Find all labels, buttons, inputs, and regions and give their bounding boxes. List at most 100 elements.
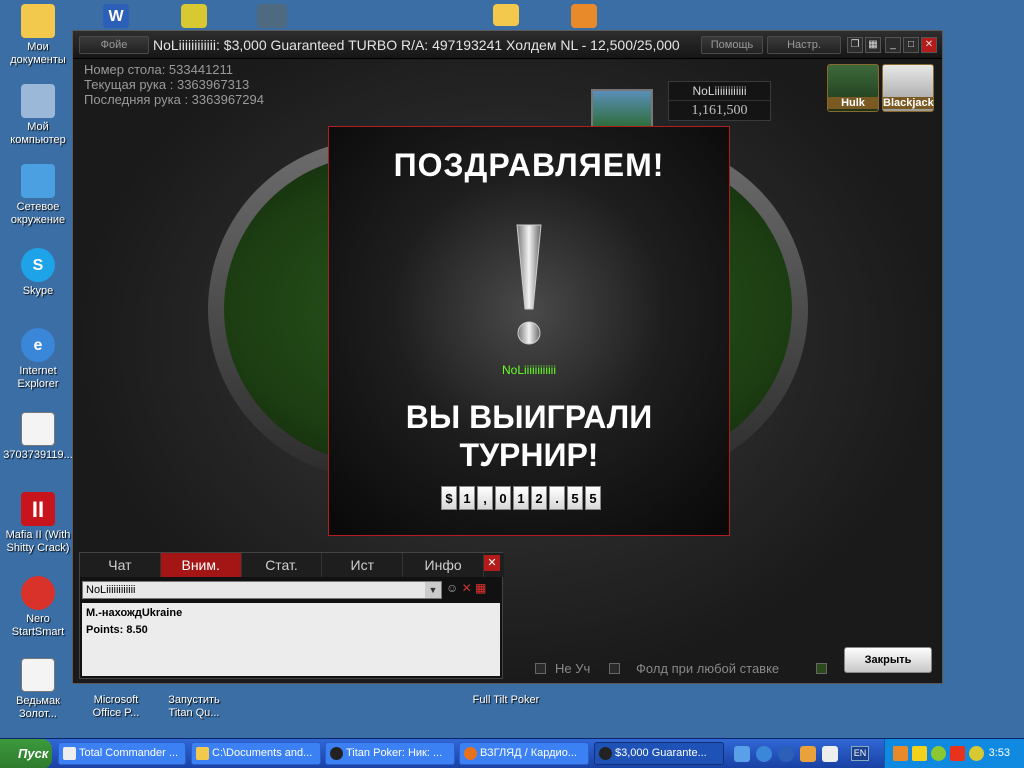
desktop-icon-label: Mafia II (With Shitty Crack) (5, 529, 71, 554)
computer-icon (21, 84, 55, 118)
prize-digit: . (549, 486, 565, 510)
desktop-icon-office[interactable]: Microsoft Office P... (78, 694, 154, 720)
quicklaunch-icon[interactable] (734, 746, 750, 762)
window-title: NoLiiiiiiiiiiii: $3,000 Guaranteed TURBO… (153, 37, 680, 53)
chat-close-icon[interactable]: ✕ (484, 555, 500, 571)
emoticon-icon[interactable]: ☺ (446, 581, 458, 595)
close-button[interactable]: Закрыть (844, 647, 932, 673)
desktop-icon-folder[interactable] (468, 4, 544, 29)
desktop-icon-mafia[interactable]: II Mafia II (With Shitty Crack) (0, 492, 76, 555)
settings-button[interactable]: Настр. (767, 36, 841, 54)
internet-explorer-icon: e (21, 328, 55, 362)
winner-name: NoLiiiiiiiiiiii (501, 363, 556, 377)
desktop-icon-file[interactable]: 3703739119... (0, 412, 76, 462)
tray-icon[interactable] (912, 746, 927, 761)
help-button[interactable]: Помощь (701, 36, 763, 54)
nero-icon (21, 576, 55, 610)
desktop-icon-skype[interactable]: S Skype (0, 248, 76, 298)
desktop-icon-app[interactable] (156, 4, 232, 31)
chat-tools: ☺ ✕ ▦ (446, 581, 502, 599)
folder-icon (196, 747, 209, 760)
sit-out-checkbox[interactable] (535, 663, 546, 674)
prize-digit: 0 (495, 486, 511, 510)
restore-view-icon[interactable]: ❐ (847, 37, 863, 53)
taskbar-item-titan-poker[interactable]: Titan Poker: Ник: ... (325, 742, 455, 765)
fold-any-label: Фолд при любой ставке (636, 661, 780, 676)
chat-line: Points: 8.50 (86, 624, 148, 636)
tab-attention[interactable]: Вним. (160, 553, 242, 577)
desktop-icon-word[interactable]: W (78, 4, 154, 31)
blackjack-button[interactable]: Blackjack (882, 64, 934, 112)
close-icon[interactable]: ✕ (921, 37, 937, 53)
quicklaunch-icon[interactable] (822, 746, 838, 762)
grid-view-icon[interactable]: ▦ (865, 37, 881, 53)
desktop-icon-label: Skype (22, 285, 54, 297)
hulk-button[interactable]: Hulk (827, 64, 879, 112)
tab-history[interactable]: Ист (322, 553, 404, 577)
player-chips: 1,161,500 (691, 103, 748, 118)
word-icon: W (103, 4, 129, 28)
chat-panel: Чат Вним. Стат. Ист Инфо ✕ NoLiiiiiiiiii… (79, 552, 504, 679)
desktop-icon-label: Nero StartSmart (11, 613, 65, 638)
desktop-icon-titan[interactable]: Запустить Titan Qu... (156, 694, 232, 720)
tray-icon[interactable] (950, 746, 965, 761)
quicklaunch (732, 745, 842, 763)
desktop-icon-ie[interactable]: e Internet Explorer (0, 328, 76, 391)
taskbar: Пуск Total Commander ... C:\Documents an… (0, 738, 1024, 768)
taskbar-item-poker-table[interactable]: $3,000 Guarante... (594, 742, 724, 765)
chat-log: М.-нахождUkraine Points: 8.50 (82, 603, 500, 676)
player-select[interactable]: NoLiiiiiiiiiiii ▼ (82, 581, 442, 599)
taskbar-item-firefox[interactable]: ВЗГЛЯД / Кардио... (459, 742, 589, 765)
tab-chat[interactable]: Чат (80, 553, 161, 577)
desktop-icon-label: 3703739119... (3, 449, 73, 461)
color-picker-icon[interactable]: ▦ (475, 581, 486, 595)
language-indicator[interactable]: EN (851, 746, 869, 761)
taskbar-item-explorer[interactable]: C:\Documents and... (191, 742, 321, 765)
player-avatar (591, 89, 653, 129)
skype-icon: S (21, 248, 55, 282)
chevron-down-icon: ▼ (425, 582, 441, 598)
quicklaunch-icon[interactable] (800, 746, 816, 762)
tray-icon[interactable] (931, 746, 946, 761)
tab-info[interactable]: Инфо (403, 553, 484, 577)
internet-explorer-icon[interactable] (756, 746, 772, 762)
title-bar: Фойе NoLiiiiiiiiiiii: $3,000 Guaranteed … (73, 31, 942, 59)
desktop-icon-network[interactable]: Сетевое окружение (0, 164, 76, 227)
desktop-icon-my-documents[interactable]: Мои документы (0, 4, 76, 67)
start-button[interactable]: Пуск (0, 739, 52, 768)
lobby-button[interactable]: Фойе (79, 36, 149, 54)
desktop-icon-witcher[interactable]: Ведьмак Золот... (0, 658, 76, 721)
current-hand: Текущая рука : 3363967313 (84, 77, 250, 92)
taskbar-item-total-commander[interactable]: Total Commander ... (58, 742, 186, 765)
system-tray: 3:53 (884, 739, 1024, 768)
desktop-icon-djvu[interactable] (546, 4, 622, 31)
game-icon (257, 4, 287, 28)
desktop-icon-fulltilt[interactable]: Full Tilt Poker (468, 694, 544, 707)
desktop-icon-label: Мои документы (10, 41, 66, 66)
folder-icon (21, 4, 55, 38)
desktop-icon-label: Full Tilt Poker (472, 694, 540, 706)
fold-any-checkbox[interactable] (609, 663, 620, 674)
folder-icon (493, 4, 519, 26)
desktop-icon-nero[interactable]: Nero StartSmart (0, 576, 76, 639)
maximize-icon[interactable]: □ (903, 37, 919, 53)
remove-icon[interactable]: ✕ (462, 581, 472, 595)
desktop-icon-label: Запустить Titan Qu... (168, 694, 220, 719)
desktop-icon-game[interactable] (234, 4, 310, 31)
quicklaunch-icon[interactable] (778, 746, 794, 762)
desktop-icon-label: Ведьмак Золот... (16, 695, 60, 720)
tab-stats[interactable]: Стат. (242, 553, 323, 577)
firefox-icon (464, 747, 477, 760)
taskbar-item-label: ВЗГЛЯД / Кардио... (480, 747, 577, 759)
prize-digit: 2 (531, 486, 547, 510)
minimize-icon[interactable]: _ (885, 37, 901, 53)
option-checkbox[interactable] (816, 663, 827, 674)
tray-icon[interactable] (893, 746, 908, 761)
chat-tabs: Чат Вним. Стат. Ист Инфо (80, 553, 504, 577)
win-message-line2: ТУРНИР! (459, 437, 599, 473)
tray-icon[interactable] (969, 746, 984, 761)
desktop-icon-my-computer[interactable]: Мой компьютер (0, 84, 76, 147)
prize-digit: , (477, 486, 493, 510)
file-icon (21, 412, 55, 446)
taskbar-item-label: C:\Documents and... (212, 747, 313, 759)
